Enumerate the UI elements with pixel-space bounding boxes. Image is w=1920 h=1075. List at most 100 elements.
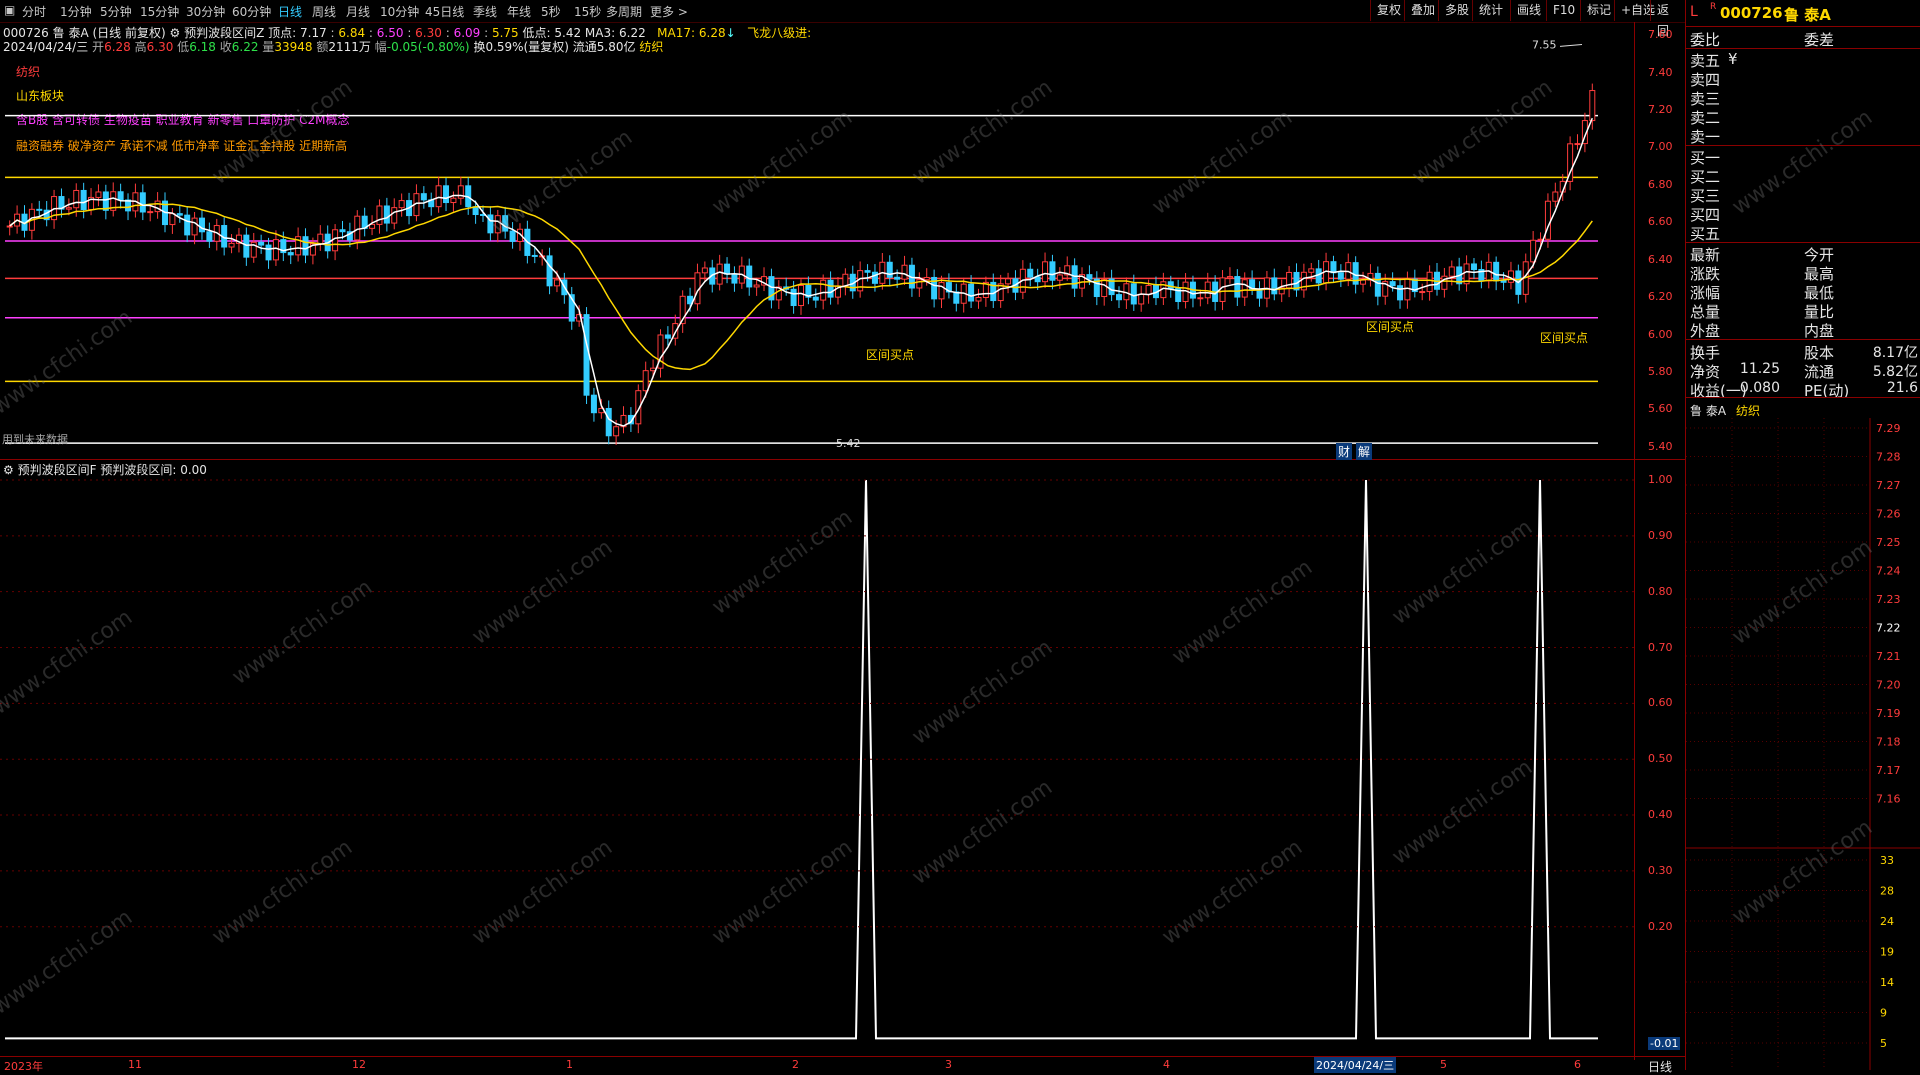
fundamental-value: 21.6 <box>1886 380 1918 396</box>
period-tab-0[interactable]: 分时 <box>22 3 46 20</box>
explain-button[interactable]: 解 <box>1356 443 1373 460</box>
ask-level-4: 卖四 <box>1690 71 1721 89</box>
stat-label: 最低 <box>1804 284 1835 302</box>
candle <box>383 205 390 224</box>
sub-axis-tick: 1.00 <box>1648 473 1673 486</box>
candle <box>753 284 760 288</box>
date-tick: 2024/04/24/三 <box>1314 1057 1397 1073</box>
menu-icon[interactable]: ▣ <box>4 3 15 17</box>
mini-price-tick: 7.18 <box>1876 736 1901 749</box>
mini-volume-tick: 28 <box>1880 885 1894 898</box>
buy-signal-label: 区间买点 <box>1366 320 1414 334</box>
toolbar-button-8[interactable]: 返回 <box>1650 0 1685 38</box>
mini-price-tick: 7.22 <box>1876 622 1901 635</box>
stat-label: 外盘 <box>1690 322 1721 340</box>
bid-level-2: 买二 <box>1690 168 1721 186</box>
mini-volume-tick: 9 <box>1880 1007 1887 1020</box>
period-tab-4[interactable]: 30分钟 <box>186 3 225 20</box>
candle <box>664 334 671 339</box>
bid-ratio-label: 委比 <box>1690 31 1721 49</box>
candle <box>1552 191 1559 202</box>
candle <box>1241 279 1248 298</box>
toolbar-button-2[interactable]: 多股 <box>1438 0 1475 21</box>
period-tab-16[interactable]: 更多 > <box>650 3 688 20</box>
candle <box>376 205 383 225</box>
candle <box>398 200 405 209</box>
candle <box>6 225 13 228</box>
price-tick: 7.00 <box>1648 140 1673 154</box>
period-tab-14[interactable]: 15秒 <box>574 3 601 20</box>
period-tab-6[interactable]: 日线 <box>278 3 302 20</box>
candle <box>1226 276 1233 279</box>
candle <box>1197 297 1204 300</box>
date-tick: 3 <box>945 1058 952 1071</box>
candle <box>443 185 450 204</box>
candle <box>1034 276 1041 283</box>
candle <box>1589 90 1596 122</box>
candle <box>546 255 553 287</box>
candle <box>1500 280 1507 283</box>
mini-price-tick: 7.28 <box>1876 451 1901 464</box>
finance-button[interactable]: 财 <box>1336 443 1353 460</box>
sub-indicator-chart[interactable] <box>0 460 1686 1060</box>
sub-axis-tick: 0.50 <box>1648 752 1673 766</box>
candle <box>1049 261 1056 281</box>
candle <box>1374 272 1381 297</box>
bid-diff-label: 委差 <box>1804 31 1835 49</box>
candle <box>1404 278 1411 301</box>
candle <box>228 242 235 248</box>
period-tab-2[interactable]: 5分钟 <box>100 3 132 20</box>
mini-volume-tick: 19 <box>1880 946 1894 959</box>
toolbar-button-3[interactable]: 统计 <box>1472 0 1509 21</box>
candle <box>923 276 930 281</box>
period-tab-11[interactable]: 季线 <box>473 3 497 20</box>
sub-axis-tick: 0.20 <box>1648 919 1673 933</box>
mini-price-tick: 7.23 <box>1876 593 1901 606</box>
candle <box>590 394 597 414</box>
fundamental-value: 5.82亿 <box>1872 364 1918 380</box>
toolbar-button-0[interactable]: 复权 <box>1370 0 1407 21</box>
candle <box>1426 271 1433 293</box>
period-tab-12[interactable]: 年线 <box>507 3 531 20</box>
kline-chart[interactable]: 7.555.42区间买点区间买点区间买点 <box>0 22 1686 460</box>
toolbar-button-1[interactable]: 叠加 <box>1404 0 1441 21</box>
mini-price-tick: 7.21 <box>1876 650 1901 663</box>
period-tab-3[interactable]: 15分钟 <box>140 3 179 20</box>
mini-price-tick: 7.27 <box>1876 479 1901 492</box>
candle <box>1027 268 1034 278</box>
date-axis: 2023年 11 12 1 2 3 4 2024/04/24/三 5 6 日线 <box>0 1056 1686 1074</box>
candle <box>95 191 102 198</box>
date-tick: 4 <box>1163 1058 1170 1071</box>
period-tab-7[interactable]: 周线 <box>312 3 336 20</box>
date-tick: 6 <box>1574 1058 1581 1071</box>
period-tab-10[interactable]: 45日线 <box>425 3 464 20</box>
period-tab-15[interactable]: 多周期 <box>606 3 642 20</box>
period-tab-13[interactable]: 5秒 <box>541 3 561 20</box>
intraday-mini-chart[interactable]: 7.29 7.28 7.27 7.26 7.25 7.24 7.23 7.22 7.21 7.20… <box>1686 418 1920 1070</box>
candle <box>1042 261 1049 283</box>
period-tab-1[interactable]: 1分钟 <box>60 3 92 20</box>
price-tick: 7.60 <box>1648 28 1673 42</box>
period-tab-5[interactable]: 60分钟 <box>232 3 271 20</box>
period-indicator[interactable]: 日线 <box>1648 1058 1672 1075</box>
period-tab-8[interactable]: 月线 <box>346 3 370 20</box>
toolbar-button-4[interactable]: 画线 <box>1510 0 1547 21</box>
mini-price-tick: 7.17 <box>1876 764 1901 777</box>
high-mark: 7.55 <box>1532 38 1557 51</box>
candle <box>864 270 871 273</box>
period-tab-9[interactable]: 10分钟 <box>380 3 419 20</box>
fundamental-value: 8.17亿 <box>1872 345 1918 361</box>
mini-volume-tick: 33 <box>1880 854 1894 867</box>
mini-price-tick: 7.20 <box>1876 679 1901 692</box>
candle <box>80 189 87 211</box>
toolbar-button-6[interactable]: 标记 <box>1580 0 1617 21</box>
candle <box>1330 261 1337 274</box>
bid-level-3: 买三 <box>1690 187 1721 205</box>
candle <box>1204 281 1211 299</box>
toolbar-button-5[interactable]: F10 <box>1546 0 1581 21</box>
candle <box>938 282 945 300</box>
future-data-note: 用到未来数据 <box>2 433 68 446</box>
candle <box>420 193 427 201</box>
candle <box>1308 268 1315 273</box>
stat-label: 最高 <box>1804 265 1835 283</box>
